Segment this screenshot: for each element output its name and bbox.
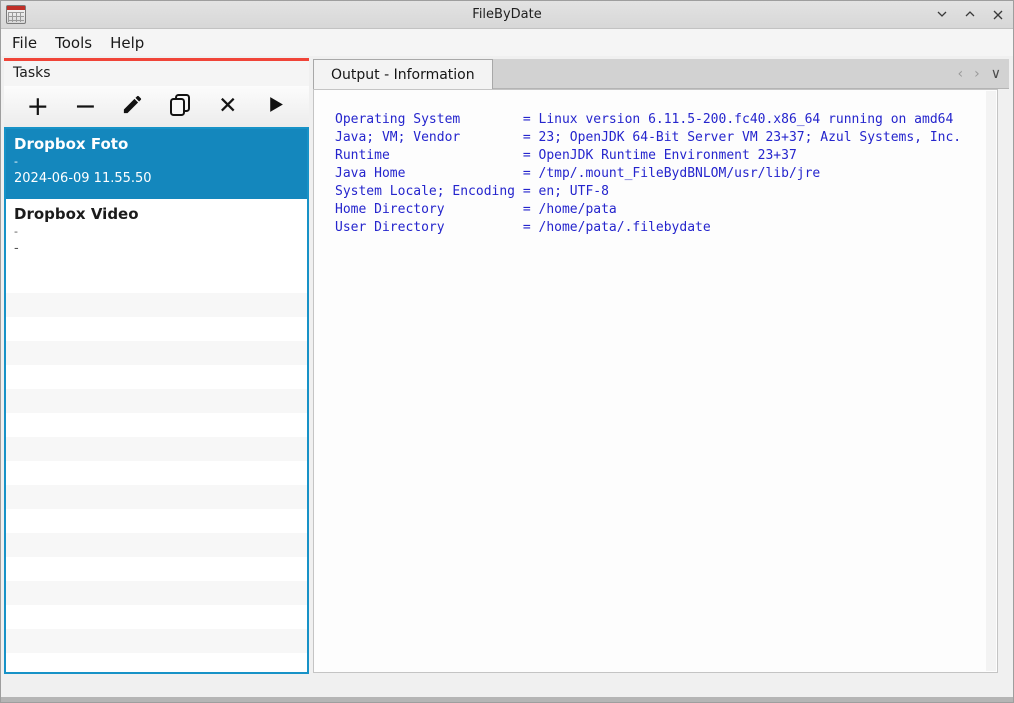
task-subtitle: - <box>14 225 18 238</box>
task-row-dropbox-video[interactable]: Dropbox Video - - <box>6 199 307 269</box>
task-list-empty-rows[interactable] <box>6 269 307 672</box>
task-subtitle: - <box>14 155 18 168</box>
tab-label: Output - Information <box>331 66 475 83</box>
play-icon <box>266 95 285 118</box>
tab-scroll-right-icon[interactable]: › <box>974 67 980 81</box>
minus-icon: − <box>73 91 97 122</box>
maximize-button[interactable] <box>963 8 977 22</box>
chevron-up-maximize-icon <box>963 6 977 25</box>
task-title: Dropbox Video <box>14 205 139 223</box>
minimize-button[interactable] <box>935 8 949 22</box>
chevron-down-minimize-icon <box>935 6 949 25</box>
task-last-run: - <box>14 241 19 256</box>
vertical-scrollbar[interactable] <box>986 91 996 671</box>
tasks-toolbar: + − ✕ <box>4 86 309 127</box>
tasks-panel: Tasks + − ✕ Dropbox Foto - 2024-06-09 11… <box>4 58 309 674</box>
menu-bar: File Tools Help <box>1 29 1013 56</box>
run-task-button[interactable] <box>257 89 293 125</box>
close-button[interactable] <box>991 8 1005 22</box>
close-icon <box>991 6 1005 25</box>
copy-icon <box>169 93 191 121</box>
task-row-dropbox-foto[interactable]: Dropbox Foto - 2024-06-09 11.55.50 <box>6 129 307 199</box>
menu-help[interactable]: Help <box>101 31 153 55</box>
delete-task-button[interactable]: ✕ <box>210 89 246 125</box>
status-bar <box>1 676 1013 698</box>
remove-task-button[interactable]: − <box>67 89 103 125</box>
window-controls <box>935 1 1005 29</box>
duplicate-task-button[interactable] <box>162 89 198 125</box>
add-task-button[interactable]: + <box>20 89 56 125</box>
menu-tools[interactable]: Tools <box>46 31 101 55</box>
tab-list-dropdown-icon[interactable]: ∨ <box>991 67 1001 81</box>
tab-scroll-controls: ‹ › ∨ <box>958 59 1001 89</box>
edit-task-button[interactable] <box>115 89 151 125</box>
pencil-icon <box>121 93 144 120</box>
output-panel[interactable]: Operating System = Linux version 6.11.5-… <box>313 89 998 673</box>
tab-scroll-left-icon[interactable]: ‹ <box>958 67 964 81</box>
task-title: Dropbox Foto <box>14 135 129 153</box>
tab-output-information[interactable]: Output - Information <box>313 59 493 89</box>
output-text: Operating System = Linux version 6.11.5-… <box>335 112 962 235</box>
task-list: Dropbox Foto - 2024-06-09 11.55.50 Dropb… <box>4 127 309 674</box>
task-last-run: 2024-06-09 11.55.50 <box>14 171 152 186</box>
menu-file[interactable]: File <box>3 31 46 55</box>
tasks-panel-title: Tasks <box>4 61 309 86</box>
output-tab-strip: Output - Information ‹ › ∨ <box>313 59 1009 89</box>
x-icon: ✕ <box>218 93 238 119</box>
window-title: FileByDate <box>472 7 542 22</box>
title-bar: FileByDate <box>1 1 1013 29</box>
app-window: FileByDate File Tools Help Tasks + − ✕ D… <box>0 0 1014 703</box>
plus-icon: + <box>26 91 50 122</box>
window-bottom-edge <box>1 697 1013 702</box>
